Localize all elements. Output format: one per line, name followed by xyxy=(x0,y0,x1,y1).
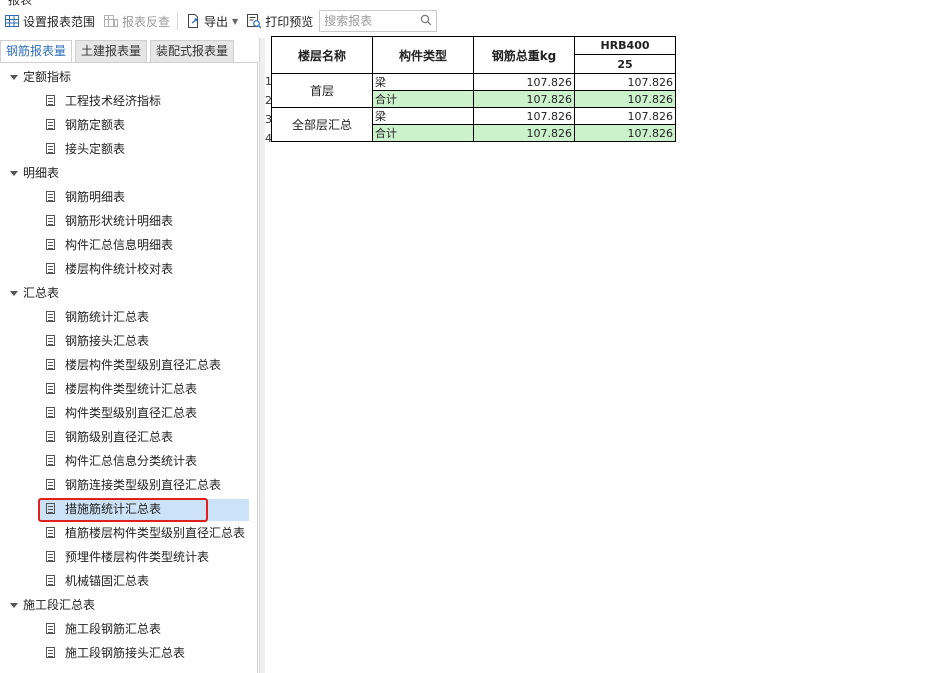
grid-icon xyxy=(4,13,20,29)
header-total-weight: 钢筋总重kg xyxy=(473,36,575,74)
tree-group-label: 汇总表 xyxy=(23,286,60,300)
report-search-box xyxy=(319,10,438,32)
rebar-summary-table: 楼层名称 构件类型 钢筋总重kg HRB400 25 首层 梁 107.826 … xyxy=(271,36,676,142)
report-category-tabs: 钢筋报表量 土建报表量 装配式报表量 xyxy=(0,40,237,63)
report-document-icon xyxy=(46,143,55,154)
tree-group-label: 定额指标 xyxy=(23,70,72,84)
report-document-icon xyxy=(46,359,55,370)
tree-item-label: 楼层构件统计校对表 xyxy=(65,262,174,276)
tree-item-label: 预埋件楼层构件类型统计表 xyxy=(65,550,210,564)
tree-item-label: 钢筋连接类型级别直径汇总表 xyxy=(65,478,222,492)
report-document-icon xyxy=(46,623,55,634)
report-reverse-lookup-button[interactable]: 报表反查 xyxy=(99,9,174,33)
print-preview-button[interactable]: 打印预览 xyxy=(242,9,317,33)
tree-item-label: 钢筋接头汇总表 xyxy=(65,334,150,348)
tree-item-label: 构件汇总信息分类统计表 xyxy=(65,454,198,468)
chevron-down-icon[interactable]: ▼ xyxy=(232,17,238,26)
header-diameter: 25 xyxy=(574,54,676,74)
cell-type: 合计 xyxy=(372,90,474,108)
highlight-annotation-box xyxy=(38,498,208,522)
report-document-icon xyxy=(46,383,55,394)
cell-type: 合计 xyxy=(372,124,474,142)
tree-item-label: 植筋楼层构件类型级别直径汇总表 xyxy=(65,526,246,540)
tab-rebar-report[interactable]: 钢筋报表量 xyxy=(0,40,73,63)
search-input[interactable] xyxy=(324,14,417,28)
tree-item-label: 钢筋明细表 xyxy=(65,190,126,204)
window-title: 报表 xyxy=(8,0,32,6)
cell-total: 107.826 xyxy=(473,107,575,125)
expand-caret-icon[interactable] xyxy=(10,603,18,608)
report-document-icon xyxy=(46,191,55,202)
cell-type: 梁 xyxy=(372,107,474,125)
cell-type: 梁 xyxy=(372,73,474,91)
expand-caret-icon[interactable] xyxy=(10,291,18,296)
header-steel-grade: HRB400 xyxy=(574,36,676,55)
table-row[interactable]: 首层 梁 107.826 107.826 xyxy=(271,73,676,108)
report-document-icon xyxy=(46,119,55,130)
report-document-icon xyxy=(46,527,55,538)
cell-total: 107.826 xyxy=(473,90,575,108)
tree-item-label: 施工段钢筋接头汇总表 xyxy=(65,646,186,660)
report-document-icon xyxy=(46,479,55,490)
report-document-icon xyxy=(46,263,55,274)
export-label: 导出 xyxy=(204,14,229,29)
cell-d25: 107.826 xyxy=(574,90,676,108)
print-preview-label: 打印预览 xyxy=(265,14,314,29)
cell-floor: 首层 xyxy=(271,73,373,108)
set-report-range-button[interactable]: 设置报表范围 xyxy=(0,9,99,33)
tab-prefab-report[interactable]: 装配式报表量 xyxy=(150,40,235,62)
report-document-icon xyxy=(46,455,55,466)
report-document-icon xyxy=(46,239,55,250)
tree-item-label: 钢筋形状统计明细表 xyxy=(65,214,174,228)
tree-group-label: 明细表 xyxy=(23,166,60,180)
table-row[interactable]: 全部层汇总 梁 107.826 107.826 xyxy=(271,107,676,142)
tree-item-label: 施工段钢筋汇总表 xyxy=(65,622,162,636)
tree-item-label: 机械锚固汇总表 xyxy=(65,574,150,588)
tab-civil-report[interactable]: 土建报表量 xyxy=(75,40,148,62)
cell-total: 107.826 xyxy=(473,73,575,91)
report-document-icon xyxy=(46,335,55,346)
set-report-range-label: 设置报表范围 xyxy=(23,14,96,29)
print-preview-icon xyxy=(246,13,262,29)
expand-caret-icon[interactable] xyxy=(10,75,18,80)
report-document-icon xyxy=(46,575,55,586)
cell-total: 107.826 xyxy=(473,124,575,142)
reverse-lookup-icon xyxy=(103,13,119,29)
tree-item-label: 构件汇总信息明细表 xyxy=(65,238,174,252)
cell-floor: 全部层汇总 xyxy=(271,107,373,142)
report-document-icon xyxy=(46,215,55,226)
export-icon xyxy=(185,13,201,29)
expand-caret-icon[interactable] xyxy=(10,171,18,176)
tree-group-label: 施工段汇总表 xyxy=(23,598,96,612)
window-title-bar: 报表 xyxy=(0,0,944,6)
toolbar-separator xyxy=(177,12,179,30)
report-reverse-lookup-label: 报表反查 xyxy=(122,14,171,29)
tree-item-label: 钢筋统计汇总表 xyxy=(65,310,150,324)
search-icon[interactable] xyxy=(420,14,432,29)
report-sheet: 楼层名称 构件类型 钢筋总重kg HRB400 25 首层 梁 107.826 … xyxy=(271,36,676,142)
table-header-row: 楼层名称 构件类型 钢筋总重kg HRB400 xyxy=(271,36,676,74)
cell-d25: 107.826 xyxy=(574,73,676,91)
toolbar: 设置报表范围 报表反查 导出 ▼ 打印预览 xyxy=(0,7,944,35)
tree-item-label: 钢筋定额表 xyxy=(65,118,126,132)
tree-item-label: 楼层构件类型级别直径汇总表 xyxy=(65,358,222,372)
cell-d25: 107.826 xyxy=(574,107,676,125)
report-document-icon xyxy=(46,407,55,418)
tree-item-label: 构件类型级别直径汇总表 xyxy=(65,406,198,420)
export-button[interactable]: 导出 ▼ xyxy=(181,9,242,33)
report-document-icon xyxy=(46,95,55,106)
tree-item-label: 楼层构件类型统计汇总表 xyxy=(65,382,198,396)
header-floor-name: 楼层名称 xyxy=(271,36,373,74)
tree-item-label: 接头定额表 xyxy=(65,142,126,156)
cell-d25: 107.826 xyxy=(574,124,676,142)
tree-item-label: 钢筋级别直径汇总表 xyxy=(65,430,174,444)
tree-item-label: 工程技术经济指标 xyxy=(65,94,162,108)
report-document-icon xyxy=(46,647,55,658)
report-document-icon xyxy=(46,551,55,562)
header-component-type: 构件类型 xyxy=(372,36,474,74)
report-document-icon xyxy=(46,431,55,442)
report-document-icon xyxy=(46,311,55,322)
